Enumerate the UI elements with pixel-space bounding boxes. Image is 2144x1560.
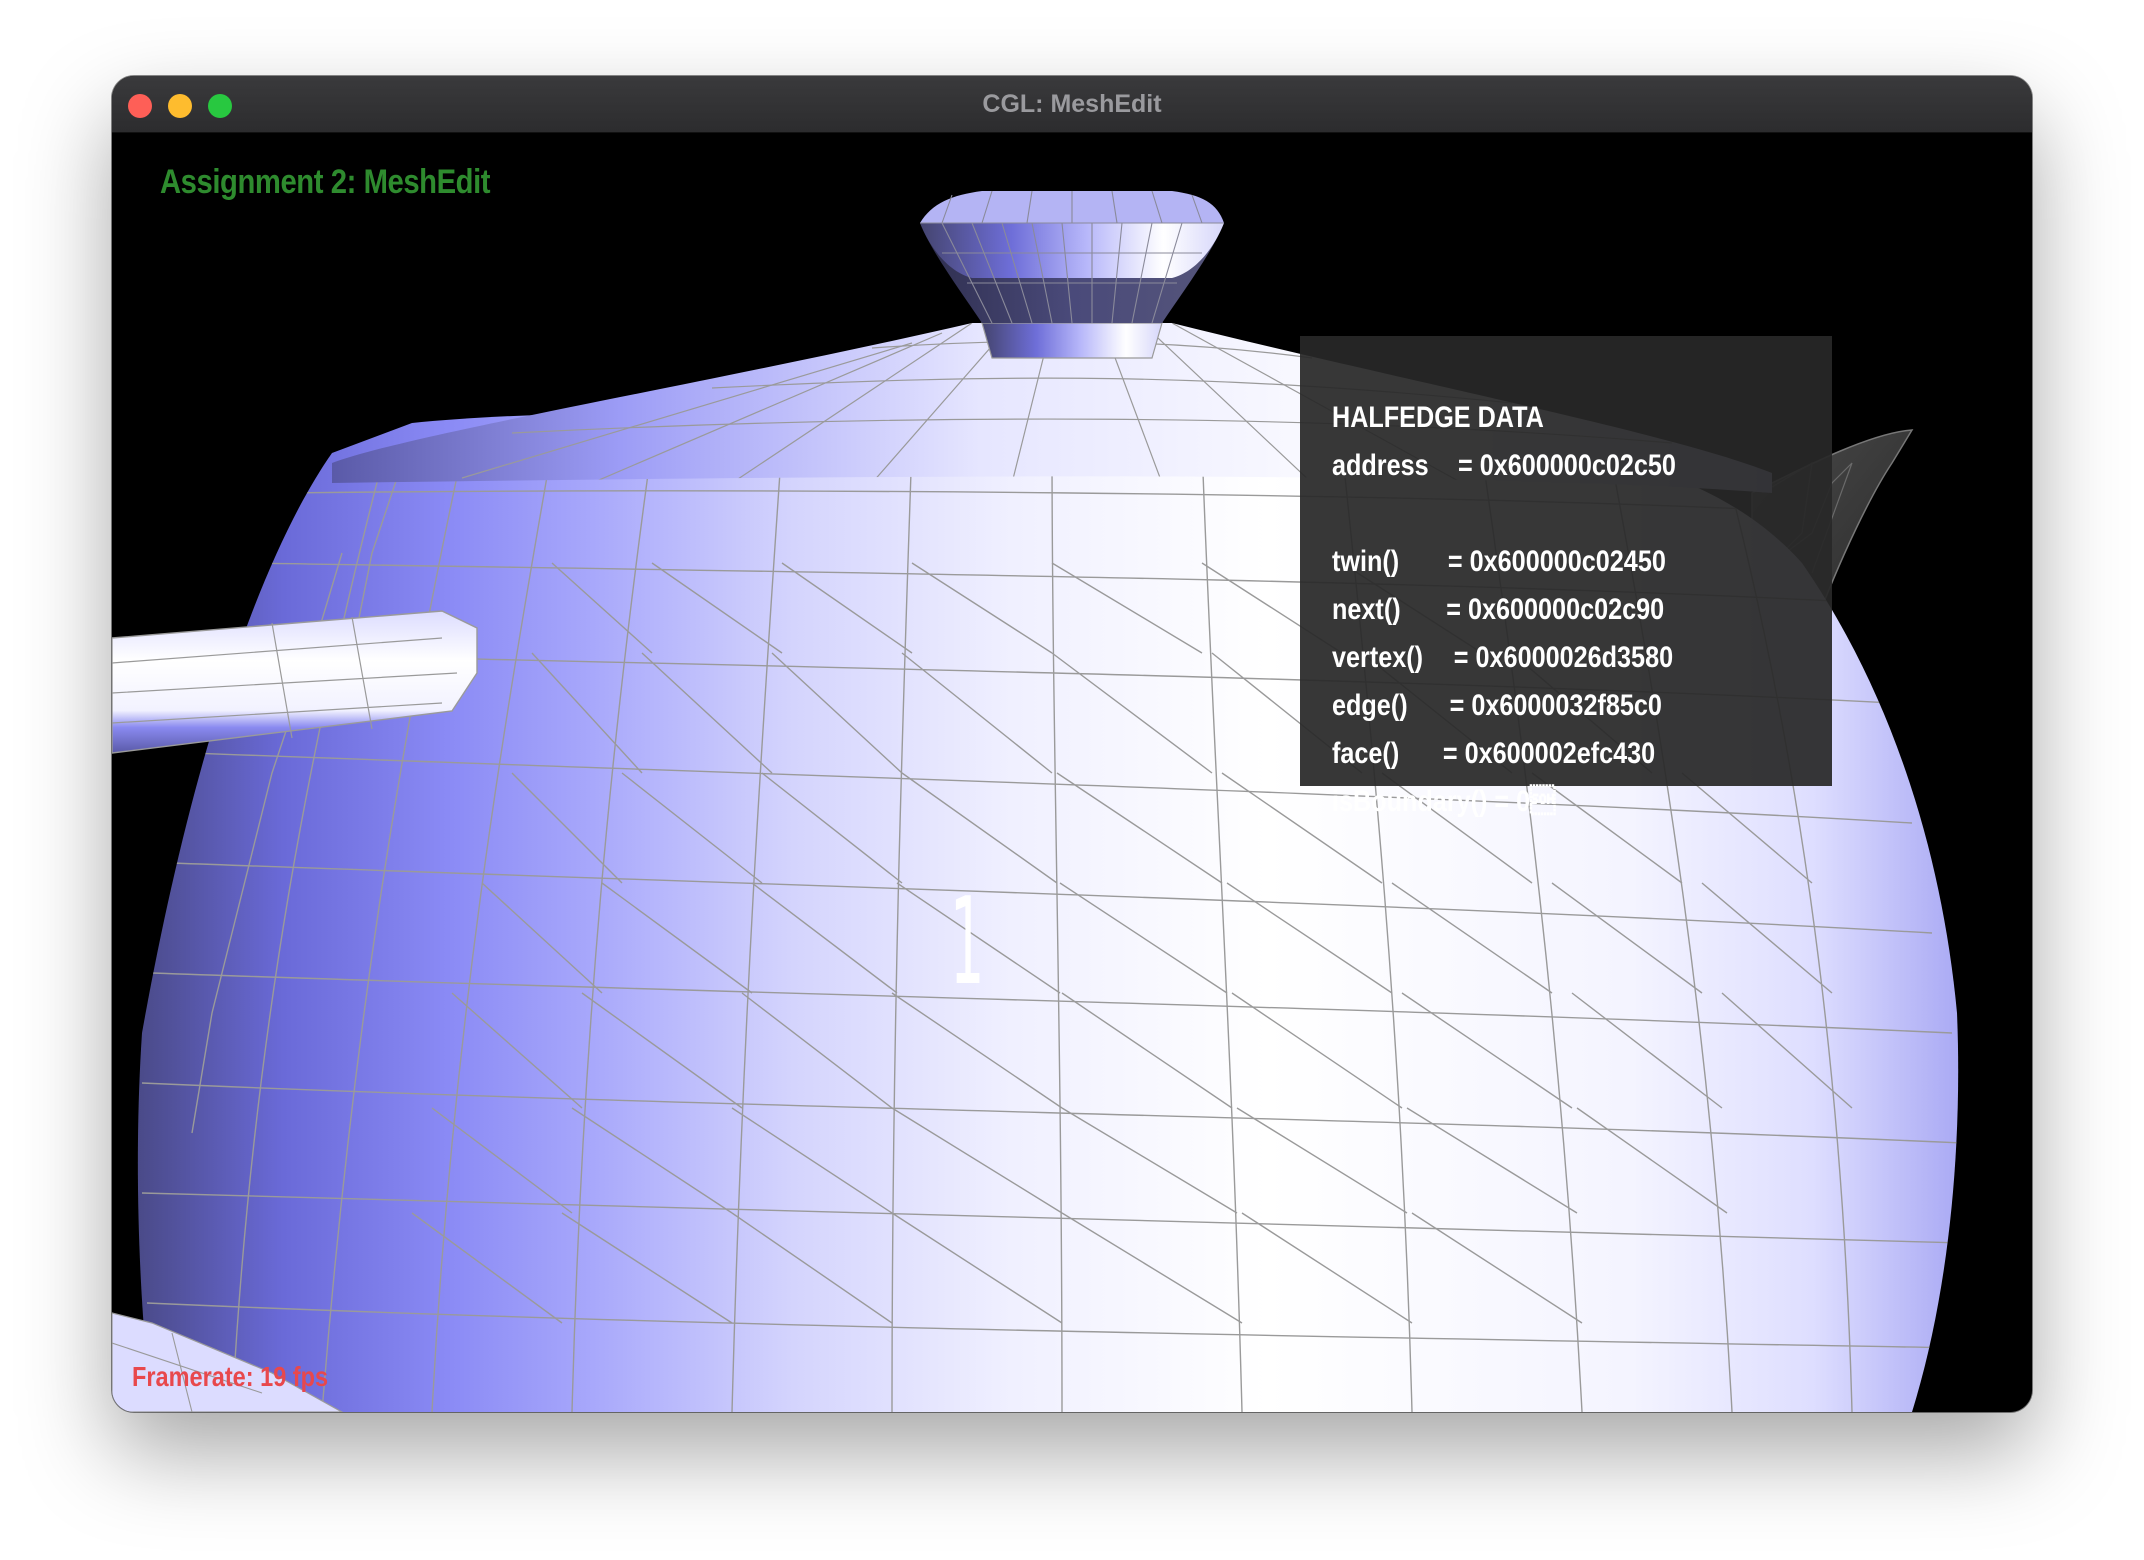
row-key: face() — [1332, 737, 1400, 770]
row-value: = 0x6000026d3580 — [1453, 641, 1674, 674]
halfedge-row-face: face() = 0x600002efc430 — [1332, 730, 1836, 778]
window-title: CGL: MeshEdit — [982, 90, 1162, 118]
row-value: = 0 — [1494, 785, 1556, 818]
halfedge-row-edge: edge() = 0x6000032f85c0 — [1332, 682, 1836, 730]
row-key: vertex() — [1332, 641, 1424, 674]
title-bar[interactable]: CGL: MeshEdit — [112, 76, 2032, 133]
row-key: twin() — [1332, 545, 1400, 578]
halfedge-row-address: address = 0x600000c02c50 — [1332, 442, 1836, 490]
app-title: Assignment 2: MeshEdit — [160, 163, 491, 201]
halfedge-info-panel: HALFEDGE DATA address = 0x600000c02c50 tw… — [1300, 336, 1832, 818]
row-value: = 0x600000c02c50 — [1458, 449, 1676, 482]
row-key: edge() — [1332, 689, 1408, 722]
row-key: address — [1332, 449, 1429, 482]
row-value: = 0x600000c02450 — [1447, 545, 1666, 578]
halfedge-row-twin: twin() = 0x600000c02450 — [1332, 538, 1836, 586]
row-key: next() — [1332, 593, 1401, 626]
row-value: = 0x600000c02c90 — [1446, 593, 1665, 626]
framerate-readout: Framerate: 19 fps — [132, 1361, 329, 1392]
halfedge-row-vertex: vertex() = 0x6000026d3580 — [1332, 634, 1836, 682]
halfedge-row-isboundary: isBoundary() = 0 — [1332, 778, 1836, 826]
halfedge-heading: HALFEDGE DATA — [1332, 401, 1544, 434]
halfedge-row-next: next() = 0x600000c02c90 — [1332, 586, 1836, 634]
row-value: = 0x600002efc430 — [1442, 737, 1656, 770]
row-value: = 0x6000032f85c0 — [1449, 689, 1662, 722]
app-window: CGL: MeshEdit Assignment 2: MeshEdit 1 H… — [112, 76, 2032, 1412]
mesh-viewport[interactable]: Assignment 2: MeshEdit 1 HALFEDGE DATA a… — [112, 133, 2032, 1412]
row-key: isBoundary() — [1332, 785, 1488, 818]
face-index-label: 1 — [950, 873, 985, 1012]
